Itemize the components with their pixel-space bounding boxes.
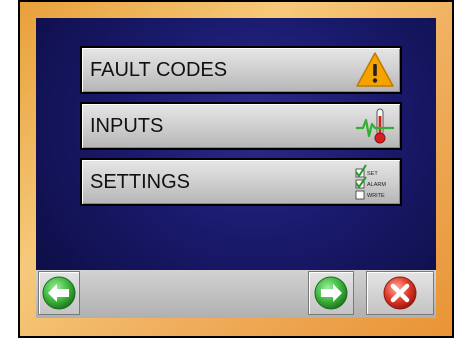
icon-label-write: WRITE <box>367 193 385 199</box>
arrow-left-icon <box>42 276 76 310</box>
fault-codes-label: FAULT CODES <box>90 59 228 81</box>
close-button[interactable] <box>366 271 434 315</box>
navigation-bar <box>36 270 436 318</box>
inputs-label: INPUTS <box>90 115 164 137</box>
icon-label-set: SET <box>367 171 378 177</box>
inputs-button[interactable]: INPUTS <box>80 102 402 150</box>
thermometer-icon <box>354 106 396 146</box>
warning-icon <box>354 50 396 90</box>
back-button[interactable] <box>38 271 80 315</box>
icon-label-alarm: ALARM <box>367 182 386 188</box>
arrow-right-icon <box>314 276 348 310</box>
touch-screen: FAULT CODES INPUTS SETTINGS SET ALARM WR… <box>36 18 436 318</box>
forward-button[interactable] <box>308 271 354 315</box>
settings-button[interactable]: SETTINGS SET ALARM WRITE <box>80 158 402 206</box>
device-bezel: FAULT CODES INPUTS SETTINGS SET ALARM WR… <box>18 0 454 338</box>
fault-codes-button[interactable]: FAULT CODES <box>80 46 402 94</box>
checklist-icon: SET ALARM WRITE <box>354 162 396 202</box>
settings-label: SETTINGS <box>90 171 191 193</box>
close-icon <box>383 276 417 310</box>
